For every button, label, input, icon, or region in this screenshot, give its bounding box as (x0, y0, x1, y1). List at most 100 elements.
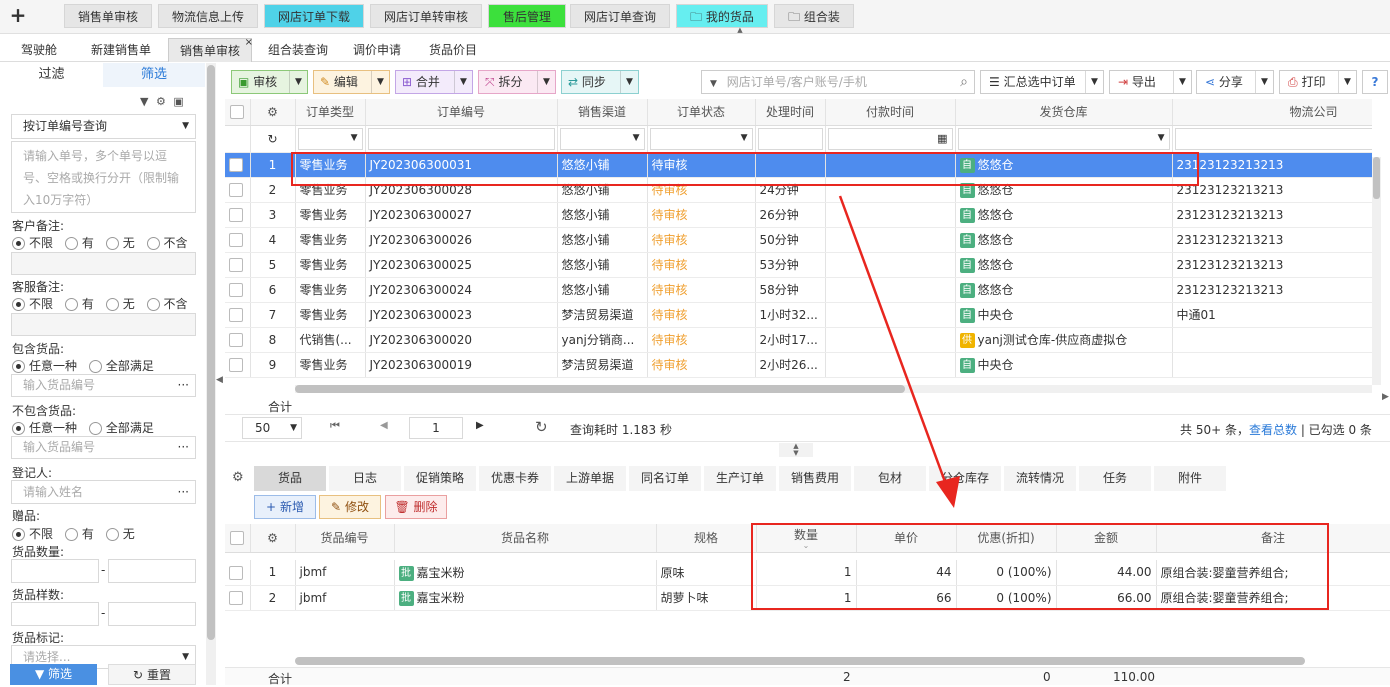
sub-tab[interactable]: 新建销售单 (80, 38, 162, 62)
page-input[interactable]: 1 (409, 417, 463, 439)
calendar-icon[interactable]: ▦ (937, 132, 947, 145)
row-checkbox[interactable] (229, 157, 243, 172)
add-tab-icon[interactable]: + (6, 4, 30, 28)
view-total-link[interactable]: 查看总数 (1249, 423, 1297, 437)
next-page-icon[interactable]: ▶ (476, 420, 484, 431)
collapse-right-icon[interactable]: ▶ (1382, 385, 1390, 409)
column-filter[interactable]: ▼ (957, 127, 1170, 150)
top-tab[interactable]: 🗀 我的货品 (676, 4, 768, 28)
top-tab[interactable]: 售后管理 (488, 4, 566, 28)
sub-tab[interactable]: 货品价目 (418, 38, 488, 62)
print-button[interactable]: ⎙ 打印 ▼ (1279, 70, 1357, 94)
add-button[interactable]: + 新增 (254, 495, 316, 519)
top-tab[interactable]: 销售单审核 (64, 4, 152, 28)
detail-tab[interactable]: 流转情况 (1004, 466, 1076, 491)
share-button[interactable]: ⋖ 分享 ▼ (1196, 70, 1274, 94)
chevron-down-icon[interactable]: ▼ (1173, 71, 1191, 93)
filter-button[interactable]: ▼ 筛选 (10, 664, 97, 685)
split-button[interactable]: ⤧ 拆分 ▼ (478, 70, 556, 94)
radio-all-meet[interactable] (88, 422, 102, 435)
gear-icon[interactable]: ⚙ (156, 95, 166, 108)
radio-any-one[interactable] (12, 360, 25, 373)
more-icon[interactable]: ··· (178, 437, 189, 458)
column-filter[interactable]: ▼ (297, 127, 363, 150)
column-header[interactable]: 物流公司 (1172, 99, 1372, 126)
include-goods-input[interactable]: 输入货品编号 ··· (11, 374, 196, 397)
column-header[interactable]: 发货仓库 (955, 99, 1173, 126)
first-page-icon[interactable]: ⏮ (330, 419, 340, 433)
sidebar-scrollbar[interactable] (206, 63, 216, 685)
detail-tab[interactable]: 货品 (254, 466, 326, 491)
customer-note-input[interactable] (11, 252, 196, 275)
more-icon[interactable]: ··· (178, 375, 189, 396)
chevron-down-icon[interactable]: ▼ (454, 71, 472, 93)
sub-tab[interactable]: 销售单审核 × (168, 37, 253, 62)
column-header[interactable]: 货品编号 (295, 524, 395, 553)
order-grid-vscroll[interactable] (1372, 157, 1381, 385)
radio-exclude[interactable] (146, 298, 160, 311)
chevron-down-icon[interactable]: ▼ (1255, 71, 1273, 93)
radio-exclude[interactable] (146, 237, 160, 250)
radio-has[interactable] (64, 237, 78, 250)
column-filter[interactable] (367, 127, 555, 150)
column-header[interactable]: 订单类型 (295, 99, 366, 126)
top-tabs-collapse-icon[interactable]: ▲ (726, 27, 754, 34)
row-checkbox[interactable] (229, 357, 243, 372)
goods-kinds-min-input[interactable] (11, 602, 99, 626)
splitter-icon[interactable]: ▲ ▼ (779, 443, 813, 457)
row-checkbox[interactable] (229, 257, 243, 272)
goods-kinds-max-input[interactable] (108, 602, 196, 626)
collapse-left-icon[interactable]: ◀ (216, 368, 224, 392)
row-checkbox[interactable] (229, 307, 243, 322)
column-filter[interactable] (757, 127, 823, 150)
radio-has[interactable] (64, 528, 78, 541)
chevron-down-icon[interactable]: ▼ (371, 71, 389, 93)
detail-tab[interactable]: 生产订单 (704, 466, 776, 491)
table-row[interactable]: 7 零售业务 JY202306300023 梦洁贸易渠道 待审核 1小时32... 自中央仓… (225, 302, 1372, 328)
column-filter[interactable] (1174, 127, 1372, 150)
select-all-checkbox[interactable] (230, 531, 245, 545)
chevron-down-icon[interactable]: ▼ (620, 71, 638, 93)
row-checkbox[interactable] (229, 282, 243, 297)
top-tab[interactable]: 网店订单转审核 (370, 4, 482, 28)
close-icon[interactable]: × (245, 31, 253, 55)
tab-filter[interactable]: 过滤 (0, 63, 103, 87)
edit-button[interactable]: ✎ 编辑 ▼ (313, 70, 390, 94)
column-filter[interactable]: ▦ (827, 127, 953, 150)
row-checkbox[interactable] (229, 590, 243, 605)
column-header[interactable]: 货品名称 (394, 524, 657, 553)
sub-tab[interactable]: 调价申请 (344, 38, 410, 62)
top-tab[interactable]: 网店订单查询 (570, 4, 670, 28)
query-mode-select[interactable]: 按订单编号查询 ▼ (11, 114, 196, 139)
export-button[interactable]: ⇥ 导出 ▼ (1109, 70, 1192, 94)
row-checkbox[interactable] (229, 332, 243, 347)
search-icon[interactable]: ⌕ (960, 71, 968, 93)
modify-button[interactable]: ✎ 修改 (319, 495, 381, 519)
column-filter[interactable]: ▼ (649, 127, 753, 150)
column-header[interactable]: 规格 (656, 524, 757, 553)
table-row[interactable]: 8 代销售(... JY202306300020 yanj分销商... 待审核 2小时17… (225, 327, 1372, 353)
service-note-input[interactable] (11, 313, 196, 336)
radio-none[interactable] (105, 298, 119, 311)
gear-icon[interactable]: ⚙ (267, 531, 278, 545)
chevron-down-icon[interactable]: ▼ (537, 71, 555, 93)
radio-all-meet[interactable] (88, 360, 102, 373)
sub-tab[interactable]: 驾驶舱 (6, 38, 72, 62)
audit-button[interactable]: ▣ 审核 ▼ (231, 70, 308, 94)
page-size-select[interactable]: 50 ▼ (242, 417, 302, 439)
detail-tab[interactable]: 日志 (329, 466, 401, 491)
sub-tab[interactable]: 组合装查询 (258, 38, 338, 62)
more-icon[interactable]: ··· (178, 481, 189, 503)
goods-grid-hscroll[interactable] (295, 657, 1305, 665)
top-tab[interactable]: 🗀 组合装 (774, 4, 854, 28)
detail-tab[interactable]: 任务 (1079, 466, 1151, 491)
row-checkbox[interactable] (229, 182, 243, 197)
table-row[interactable]: 4 零售业务 JY202306300026 悠悠小铺 待审核 50分钟自悠悠仓 231231… (225, 227, 1372, 253)
radio-has[interactable] (64, 298, 78, 311)
registrant-input[interactable]: 请输入姓名 ··· (11, 480, 196, 504)
column-header[interactable]: 销售渠道 (557, 99, 648, 126)
radio-unlimited[interactable] (12, 298, 25, 311)
table-row[interactable]: 3 零售业务 JY202306300027 悠悠小铺 待审核 26分钟自悠悠仓 231231… (225, 202, 1372, 228)
summary-button[interactable]: ☰ 汇总选中订单 ▼ (980, 70, 1104, 94)
column-header[interactable]: 处理时间 (755, 99, 826, 126)
